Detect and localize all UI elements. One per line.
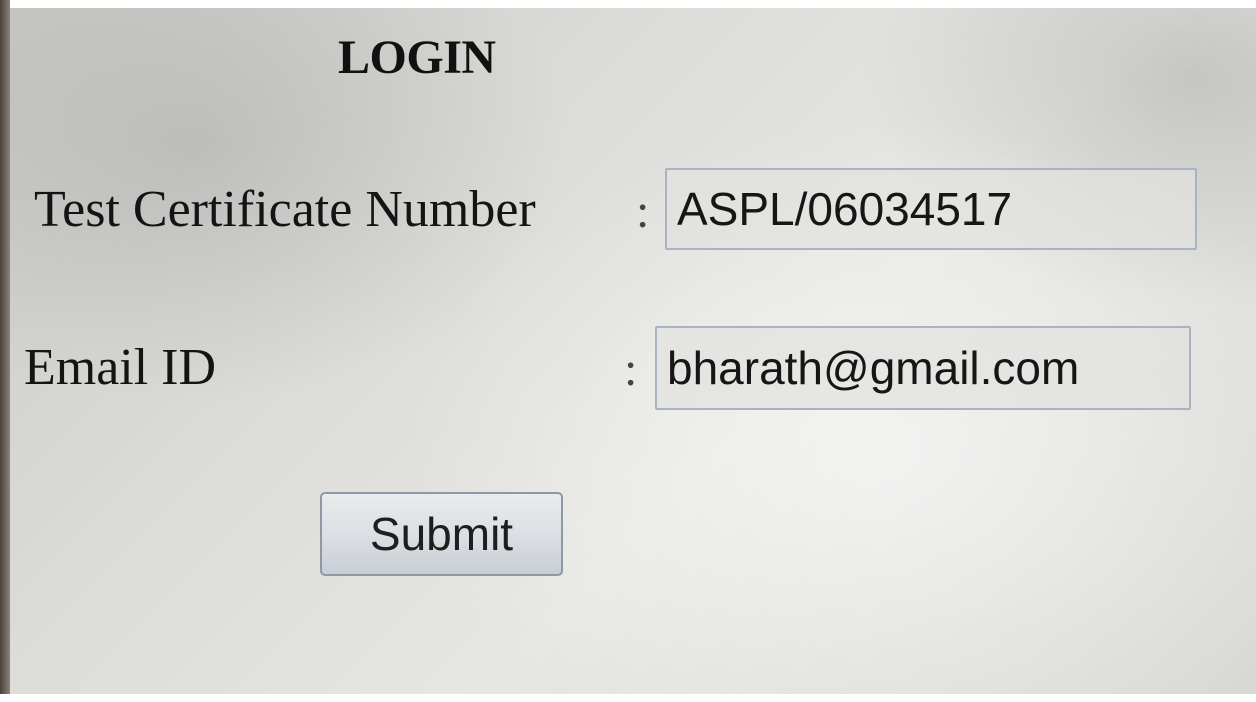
photo-bottom-margin (0, 694, 1256, 702)
monitor-bezel-edge (0, 0, 10, 702)
email-id-separator: : (624, 343, 638, 396)
certificate-number-input[interactable] (665, 168, 1197, 250)
photo-frame: LOGIN Test Certificate Number : Email ID… (0, 0, 1256, 702)
email-id-label: Email ID (24, 339, 217, 396)
email-id-input[interactable] (655, 326, 1191, 410)
page-title: LOGIN (338, 31, 496, 84)
submit-button[interactable]: Submit (320, 492, 563, 576)
certificate-number-separator: : (636, 185, 650, 238)
login-screen: LOGIN Test Certificate Number : Email ID… (10, 8, 1256, 694)
certificate-number-label: Test Certificate Number (34, 181, 536, 238)
